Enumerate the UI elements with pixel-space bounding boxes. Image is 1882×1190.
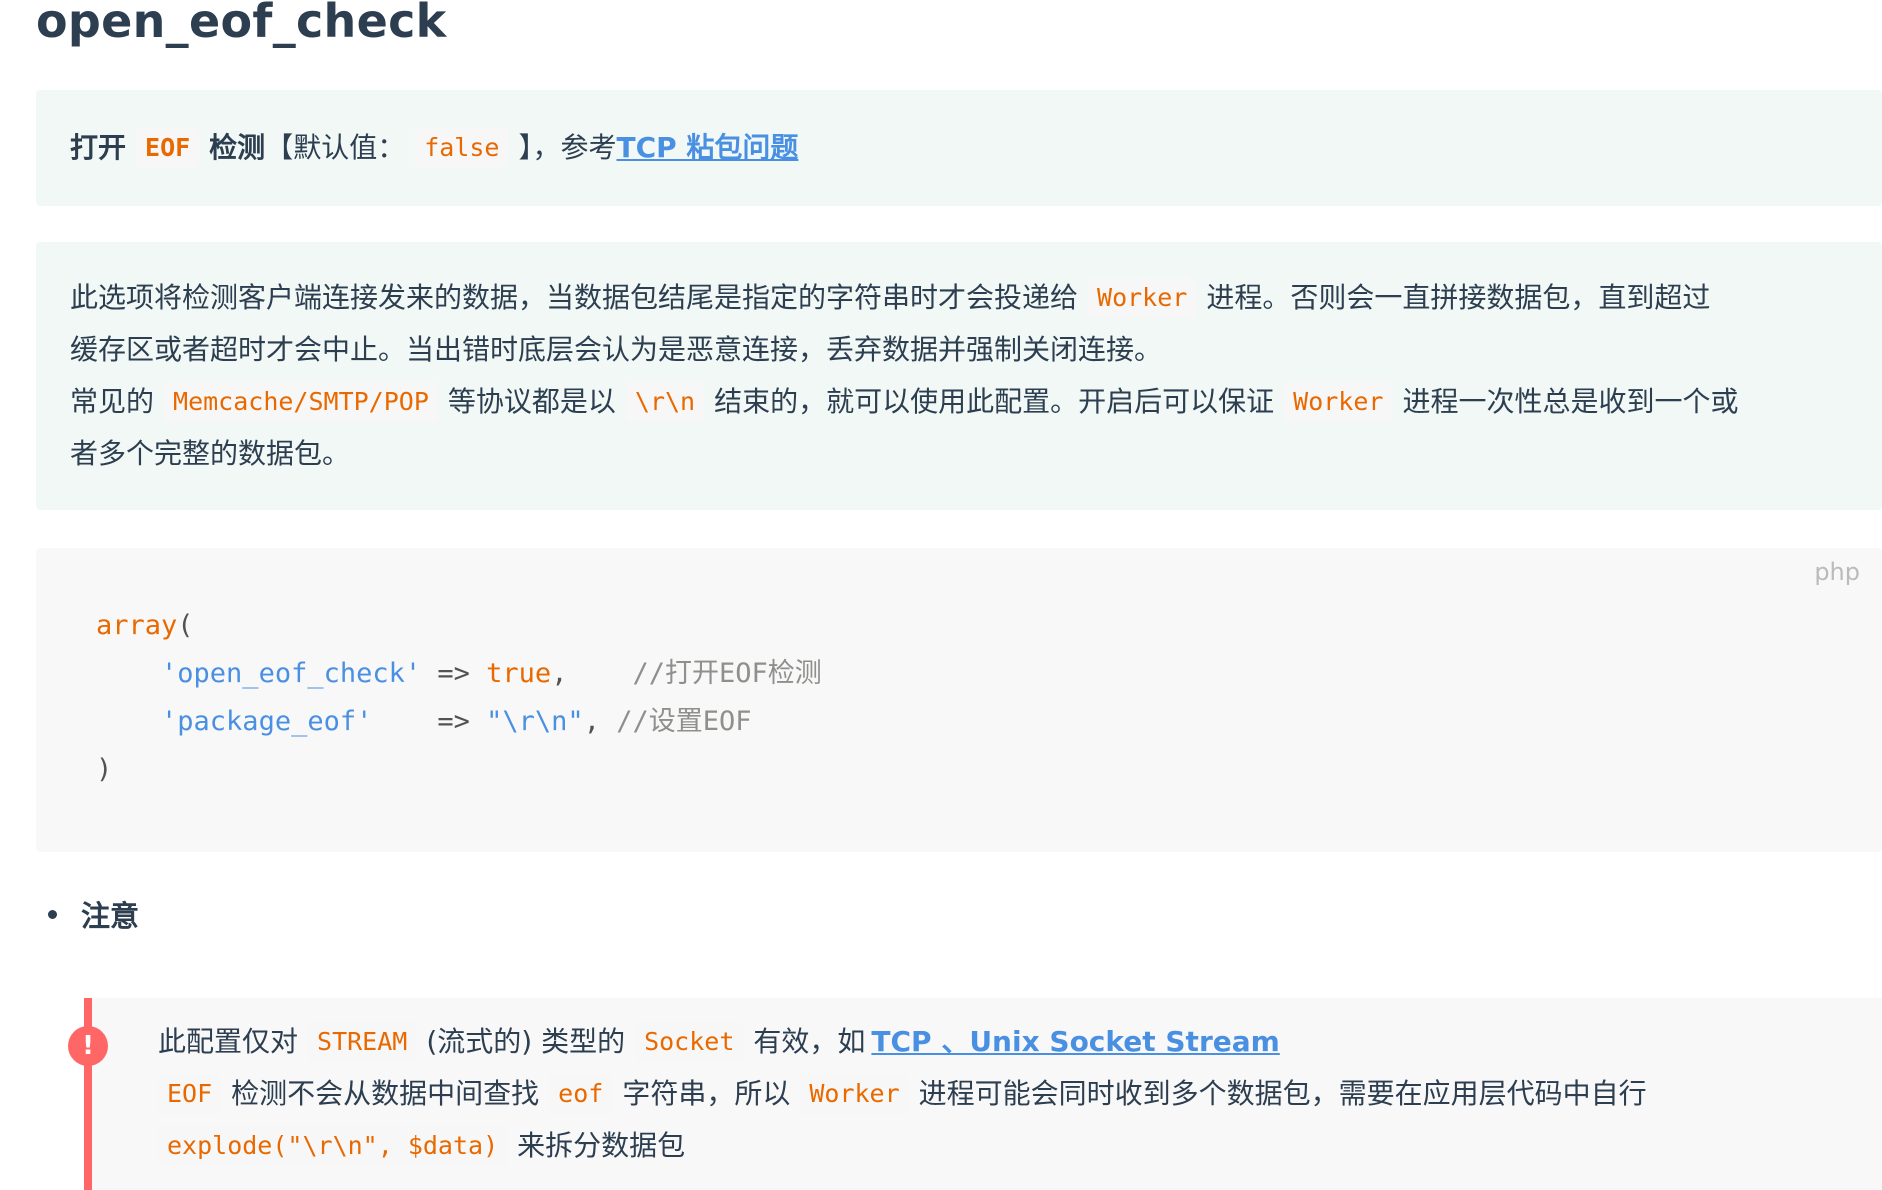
code-token: (: [177, 610, 194, 641]
description-text: 者多个完整的数据包。: [70, 437, 351, 470]
description-line-2: 缓存区或者超时才会中止。当出错时底层会认为是恶意连接，丢弃数据并强制关闭连接。: [70, 330, 1162, 370]
warning-line-1: 此配置仅对 STREAM (流式的) 类型的 Socket 有效，如 TCP 、…: [158, 1022, 1280, 1062]
code-line-1: array(: [96, 606, 194, 646]
code-comment: //设置EOF: [616, 706, 752, 737]
description-text: 结束的，就可以使用此配置。开启后可以保证: [714, 385, 1275, 418]
bullet-icon: [48, 909, 57, 919]
description-text: 进程。否则会一直拼接数据包，直到超过: [1206, 281, 1711, 314]
code-token: "\r\n": [486, 706, 584, 737]
code-token: ,: [551, 658, 633, 689]
notice-heading: 注意: [81, 899, 140, 933]
warning-block: 此配置仅对 STREAM (流式的) 类型的 Socket 有效，如 TCP 、…: [84, 998, 1882, 1190]
warning-text: 检测不会从数据中间查找: [231, 1077, 540, 1110]
code-token: =>: [421, 658, 487, 689]
code-line-2: 'open_eof_check' => true, //打开EOF检测: [96, 654, 822, 694]
code-crlf: \r\n: [625, 382, 705, 422]
code-eof: EOF: [158, 1074, 222, 1114]
code-token: 'package_eof': [161, 706, 373, 737]
code-default-value: false: [415, 128, 509, 168]
tcp-sticky-packet-link[interactable]: TCP 粘包问题: [616, 128, 798, 168]
tcp-unix-socket-link[interactable]: TCP 、Unix Socket Stream: [871, 1022, 1279, 1062]
code-token: ,: [583, 706, 617, 737]
description-line-4: 者多个完整的数据包。: [70, 434, 350, 474]
code-line-3: 'package_eof' => "\r\n", //设置EOF: [96, 702, 752, 742]
code-worker: Worker: [800, 1074, 909, 1114]
code-socket: Socket: [635, 1022, 744, 1062]
notice-list-item: 注意: [48, 893, 139, 935]
description-block: 此选项将检测客户端连接发来的数据，当数据包结尾是指定的字符串时才会投递给 Wor…: [36, 242, 1882, 510]
code-token: array: [96, 610, 178, 641]
code-stream: STREAM: [308, 1022, 417, 1062]
code-eof-lower: eof: [549, 1074, 613, 1114]
code-token: =>: [372, 706, 487, 737]
warning-text: 字符串，所以: [622, 1077, 791, 1110]
description-line-3: 常见的 Memcache/SMTP/POP 等协议都是以 \r\n 结束的，就可…: [70, 382, 1738, 422]
warning-line-3: explode("\r\n", $data) 来拆分数据包: [158, 1126, 685, 1166]
description-line-1: 此选项将检测客户端连接发来的数据，当数据包结尾是指定的字符串时才会投递给 Wor…: [70, 278, 1710, 318]
description-text: 等协议都是以: [447, 385, 616, 418]
warning-icon: !: [68, 1026, 108, 1066]
code-worker: Worker: [1284, 382, 1393, 422]
code-worker: Worker: [1088, 278, 1197, 318]
code-language-label: php: [1814, 558, 1860, 586]
code-eof: EOF: [136, 128, 200, 168]
warning-text: (流式的) 类型的: [426, 1025, 626, 1058]
summary-prefix: 打开: [70, 131, 127, 164]
code-token: true: [486, 658, 552, 689]
description-text: 进程一次性总是收到一个或: [1402, 385, 1739, 418]
description-text: 常见的: [70, 385, 155, 418]
code-comment: //打开EOF检测: [632, 658, 822, 689]
code-token: 'open_eof_check': [161, 658, 422, 689]
warning-text: 来拆分数据包: [517, 1129, 686, 1162]
code-explode: explode("\r\n", $data): [158, 1126, 508, 1166]
description-text: 缓存区或者超时才会中止。当出错时底层会认为是恶意连接，丢弃数据并强制关闭连接。: [70, 333, 1163, 366]
summary-bracket-close: 】，参考: [518, 131, 617, 164]
code-line-4: ): [96, 750, 112, 790]
summary-block: 打开 EOF 检测 【默认值： false 】，参考 TCP 粘包问题: [36, 90, 1882, 206]
summary-default-label: 【默认值：: [265, 131, 406, 164]
code-token: ): [96, 754, 113, 785]
code-protocols: Memcache/SMTP/POP: [164, 382, 438, 422]
page-title: open_eof_check: [36, 0, 447, 48]
code-block: php array( 'open_eof_check' => true, //打…: [36, 548, 1882, 852]
summary-line: 打开 EOF 检测 【默认值： false 】，参考 TCP 粘包问题: [70, 128, 798, 168]
summary-detect: 检测: [209, 131, 266, 164]
warning-text: 有效，如: [753, 1025, 866, 1058]
warning-text: 进程可能会同时收到多个数据包，需要在应用层代码中自行: [918, 1077, 1647, 1110]
warning-line-2: EOF 检测不会从数据中间查找 eof 字符串，所以 Worker 进程可能会同…: [158, 1074, 1647, 1114]
warning-text: 此配置仅对: [158, 1025, 299, 1058]
description-text: 此选项将检测客户端连接发来的数据，当数据包结尾是指定的字符串时才会投递给: [70, 281, 1079, 314]
